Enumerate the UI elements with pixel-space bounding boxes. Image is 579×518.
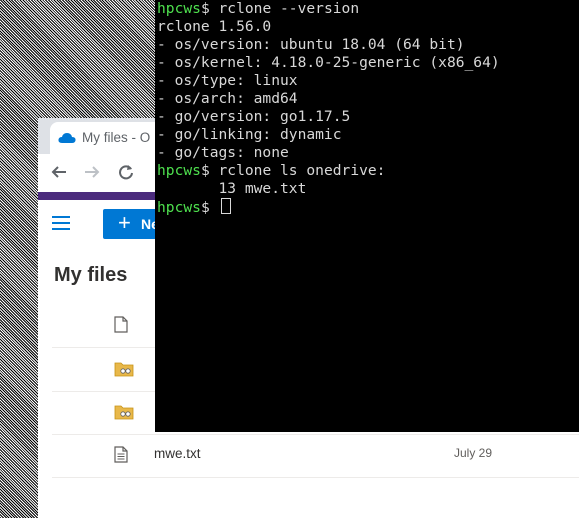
page-title: My files <box>54 264 128 286</box>
terminal-output-line: - go/tags: none <box>157 144 289 161</box>
terminal-output-line: - os/kernel: 4.18.0-25-generic (x86_64) <box>157 54 500 71</box>
plus-icon: + <box>118 210 131 235</box>
onedrive-cloud-icon <box>58 131 76 149</box>
terminal-output-line: - os/type: linux <box>157 72 298 89</box>
terminal-output-line: - go/linking: dynamic <box>157 126 342 143</box>
prompt-symbol: $ <box>200 0 210 17</box>
document-icon <box>114 316 128 338</box>
terminal-output-line: - os/arch: amd64 <box>157 90 298 107</box>
prompt-symbol: $ <box>200 199 210 216</box>
terminal-output-line: - os/version: ubuntu 18.04 (64 bit) <box>157 36 465 53</box>
text-file-icon <box>114 446 128 468</box>
terminal-output-line: rclone 1.56.0 <box>157 18 272 35</box>
back-arrow-icon[interactable] <box>51 164 67 185</box>
terminal-window[interactable]: hpcws$ rclone --version rclone 1.56.0 - … <box>155 0 579 432</box>
reload-icon[interactable] <box>118 164 134 185</box>
shared-folder-icon <box>114 403 134 425</box>
prompt-host: hpcws <box>157 0 201 17</box>
terminal-output-line: 13 mwe.txt <box>157 180 307 197</box>
shared-folder-icon <box>114 360 134 382</box>
terminal-command-line: hpcws$ rclone --version <box>157 0 359 18</box>
terminal-output-line: - go/version: go1.17.5 <box>157 108 351 125</box>
terminal-command-line: hpcws$ rclone ls onedrive: <box>157 162 385 180</box>
command-text <box>210 199 219 216</box>
hamburger-menu-icon[interactable] <box>52 216 70 230</box>
terminal-command-line[interactable]: hpcws$ <box>157 198 231 216</box>
prompt-symbol: $ <box>200 162 210 179</box>
terminal-cursor <box>220 198 231 214</box>
prompt-host: hpcws <box>157 162 201 179</box>
prompt-host: hpcws <box>157 199 201 216</box>
file-row[interactable]: mwe.txt July 29 <box>52 434 579 478</box>
file-modified-date: July 29 <box>454 446 493 460</box>
forward-arrow-icon[interactable] <box>84 164 100 185</box>
command-text: rclone ls onedrive: <box>209 162 386 179</box>
tab-title: My files - O <box>82 130 151 145</box>
file-name[interactable]: mwe.txt <box>154 446 201 461</box>
command-text: rclone --version <box>209 0 360 17</box>
